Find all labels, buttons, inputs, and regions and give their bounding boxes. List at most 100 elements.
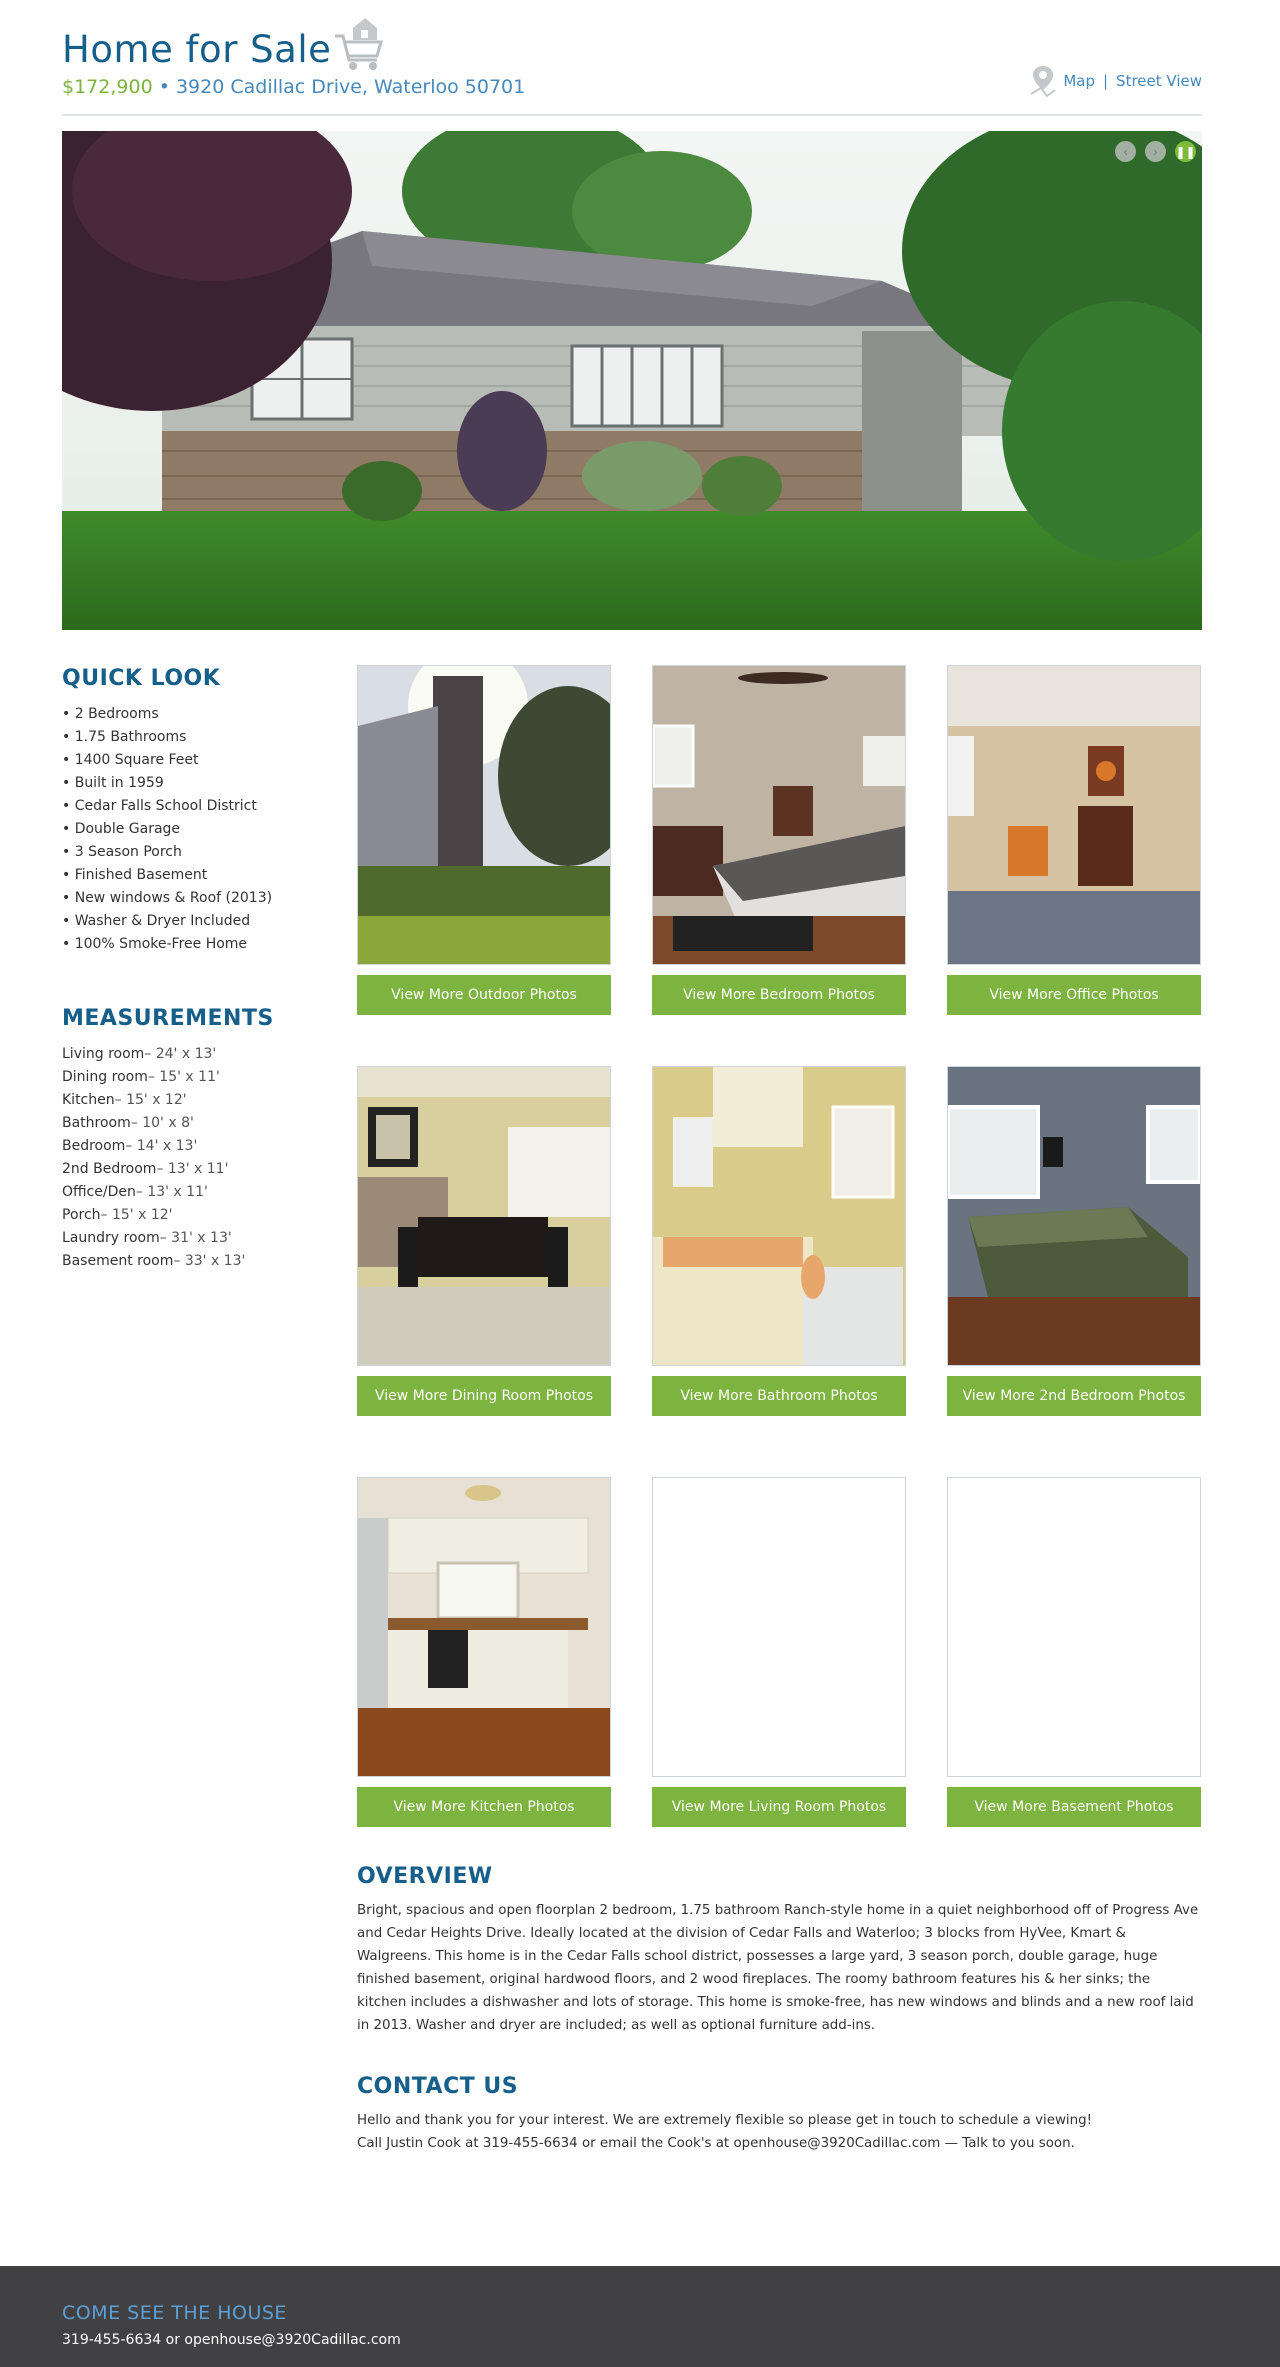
room-dimensions: – 24' x 13' xyxy=(144,1046,217,1062)
kitchen-photo[interactable] xyxy=(357,1477,611,1777)
contact-heading: CONTACT US xyxy=(357,2074,519,2099)
gallery-card-living-room: View More Living Room Photos xyxy=(652,1477,906,1827)
house-exterior-photo xyxy=(62,131,1202,630)
gallery-card-bedroom: View More Bedroom Photos xyxy=(652,665,906,1015)
title-row: Home for Sale xyxy=(62,18,385,74)
gallery-card-basement: View More Basement Photos xyxy=(947,1477,1201,1827)
contact-line-1: Hello and thank you for your interest. W… xyxy=(357,2113,1092,2128)
contact-section: CONTACT US Hello and thank you for your … xyxy=(357,2074,1202,2155)
list-item: • Double Garage xyxy=(62,821,181,837)
measurement-item: Office/Den– 13' x 11' xyxy=(62,1181,274,1204)
listing-address: 3920 Cadillac Drive, Waterloo 50701 xyxy=(175,76,526,98)
view-bedroom-photos-button[interactable]: View More Bedroom Photos xyxy=(652,975,906,1015)
measurements-list: Living room– 24' x 13' Dining room– 15' … xyxy=(62,1043,274,1273)
gallery-card-office: View More Office Photos xyxy=(947,665,1201,1015)
room-name: Kitchen xyxy=(62,1092,115,1108)
measurement-item: Porch– 15' x 12' xyxy=(62,1204,274,1227)
list-item: • 100% Smoke-Free Home xyxy=(62,936,248,952)
quick-look-list: • 2 Bedrooms • 1.75 Bathrooms • 1400 Squ… xyxy=(62,703,342,956)
gallery-card-dining: View More Dining Room Photos xyxy=(357,1066,611,1416)
list-item: • Built in 1959 xyxy=(62,775,164,791)
measurements-section: MEASUREMENTS Living room– 24' x 13' Dini… xyxy=(62,1006,274,1273)
map-link[interactable]: Map xyxy=(1063,72,1095,90)
list-item: • Cedar Falls School District xyxy=(62,798,257,814)
room-name: Laundry room xyxy=(62,1230,160,1246)
room-name: Bedroom xyxy=(62,1138,126,1154)
listing-price: $172,900 xyxy=(62,76,153,98)
list-item: • Finished Basement xyxy=(62,867,208,883)
overview-section: OVERVIEW Bright, spacious and open floor… xyxy=(357,1864,1202,2037)
view-bathroom-photos-button[interactable]: View More Bathroom Photos xyxy=(652,1376,906,1416)
list-item: • 3 Season Porch xyxy=(62,844,182,860)
measurement-item: Laundry room– 31' x 13' xyxy=(62,1227,274,1250)
measurement-item: Bedroom– 14' x 13' xyxy=(62,1135,274,1158)
view-basement-photos-button[interactable]: View More Basement Photos xyxy=(947,1787,1201,1827)
view-kitchen-photos-button[interactable]: View More Kitchen Photos xyxy=(357,1787,611,1827)
page-title: Home for Sale xyxy=(62,28,332,71)
list-item: • 1.75 Bathrooms xyxy=(62,729,187,745)
list-item: • Washer & Dryer Included xyxy=(62,913,251,929)
room-name: Office/Den xyxy=(62,1184,136,1200)
room-dimensions: – 10' x 8' xyxy=(130,1115,194,1131)
room-dimensions: – 15' x 11' xyxy=(147,1069,220,1085)
measurement-item: Kitchen– 15' x 12' xyxy=(62,1089,274,1112)
measurement-item: Basement room– 33' x 13' xyxy=(62,1250,274,1273)
hero-slider[interactable]: ‹ › ❚❚ xyxy=(62,131,1202,630)
living-room-photo-placeholder[interactable] xyxy=(652,1477,906,1777)
room-name: 2nd Bedroom xyxy=(62,1161,157,1177)
basement-photo-placeholder[interactable] xyxy=(947,1477,1201,1777)
room-dimensions: – 33' x 13' xyxy=(173,1253,246,1269)
footer-title: COME SEE THE HOUSE xyxy=(62,2302,287,2324)
contact-line-2: Call Justin Cook at 319-455-6634 or emai… xyxy=(357,2136,1075,2151)
outdoor-photo[interactable] xyxy=(357,665,611,965)
list-item: • 1400 Square Feet xyxy=(62,752,199,768)
view-office-photos-button[interactable]: View More Office Photos xyxy=(947,975,1201,1015)
gallery-card-outdoor: View More Outdoor Photos xyxy=(357,665,611,1015)
page-header: Home for Sale $172,900 • 3920 Cadillac D… xyxy=(62,0,1202,116)
street-view-link[interactable]: Street View xyxy=(1116,72,1202,90)
map-pin-icon xyxy=(1030,66,1056,98)
view-2nd-bedroom-photos-button[interactable]: View More 2nd Bedroom Photos xyxy=(947,1376,1201,1416)
second-bedroom-photo[interactable] xyxy=(947,1066,1201,1366)
measurement-item: Bathroom– 10' x 8' xyxy=(62,1112,274,1135)
chevron-left-icon[interactable]: ‹ xyxy=(1115,141,1136,162)
room-dimensions: – 13' x 11' xyxy=(135,1184,208,1200)
room-dimensions: – 31' x 13' xyxy=(159,1230,232,1246)
room-dimensions: – 15' x 12' xyxy=(100,1207,173,1223)
overview-text: Bright, spacious and open floorplan 2 be… xyxy=(357,1903,1199,2033)
office-photo[interactable] xyxy=(947,665,1201,965)
shopping-cart-house-icon xyxy=(335,18,384,70)
link-divider: | xyxy=(1102,72,1109,90)
room-dimensions: – 15' x 12' xyxy=(114,1092,187,1108)
dining-room-photo[interactable] xyxy=(357,1066,611,1366)
pause-icon[interactable]: ❚❚ xyxy=(1175,141,1196,162)
gallery-card-bathroom: View More Bathroom Photos xyxy=(652,1066,906,1416)
room-name: Bathroom xyxy=(62,1115,131,1131)
gallery-card-second-bedroom: View More 2nd Bedroom Photos xyxy=(947,1066,1201,1416)
measurement-item: Living room– 24' x 13' xyxy=(62,1043,274,1066)
room-dimensions: – 14' x 13' xyxy=(125,1138,198,1154)
gallery-card-kitchen: View More Kitchen Photos xyxy=(357,1477,611,1827)
room-name: Dining room xyxy=(62,1069,148,1085)
slider-controls: ‹ › ❚❚ xyxy=(1115,141,1196,162)
bedroom-photo[interactable] xyxy=(652,665,906,965)
bathroom-photo[interactable] xyxy=(652,1066,906,1366)
page-footer: COME SEE THE HOUSE 319-455-6634 or openh… xyxy=(0,2266,1280,2367)
room-name: Basement room xyxy=(62,1253,174,1269)
footer-contact: 319-455-6634 or openhouse@3920Cadillac.c… xyxy=(62,2332,401,2348)
room-name: Porch xyxy=(62,1207,101,1223)
list-item: • 2 Bedrooms xyxy=(62,706,159,722)
measurement-item: Dining room– 15' x 11' xyxy=(62,1066,274,1089)
separator-bullet: • xyxy=(152,76,176,98)
map-links: Map | Street View xyxy=(1029,64,1202,98)
overview-heading: OVERVIEW xyxy=(357,1864,493,1889)
list-item: • New windows & Roof (2013) xyxy=(62,890,273,906)
price-address: $172,900 • 3920 Cadillac Drive, Waterloo… xyxy=(62,76,525,98)
chevron-right-icon[interactable]: › xyxy=(1145,141,1166,162)
view-outdoor-photos-button[interactable]: View More Outdoor Photos xyxy=(357,975,611,1015)
room-name: Living room xyxy=(62,1046,145,1062)
view-living-room-photos-button[interactable]: View More Living Room Photos xyxy=(652,1787,906,1827)
room-dimensions: – 13' x 11' xyxy=(156,1161,229,1177)
sidebar: QUICK LOOK • 2 Bedrooms • 1.75 Bathrooms… xyxy=(62,666,342,1269)
view-dining-room-photos-button[interactable]: View More Dining Room Photos xyxy=(357,1376,611,1416)
